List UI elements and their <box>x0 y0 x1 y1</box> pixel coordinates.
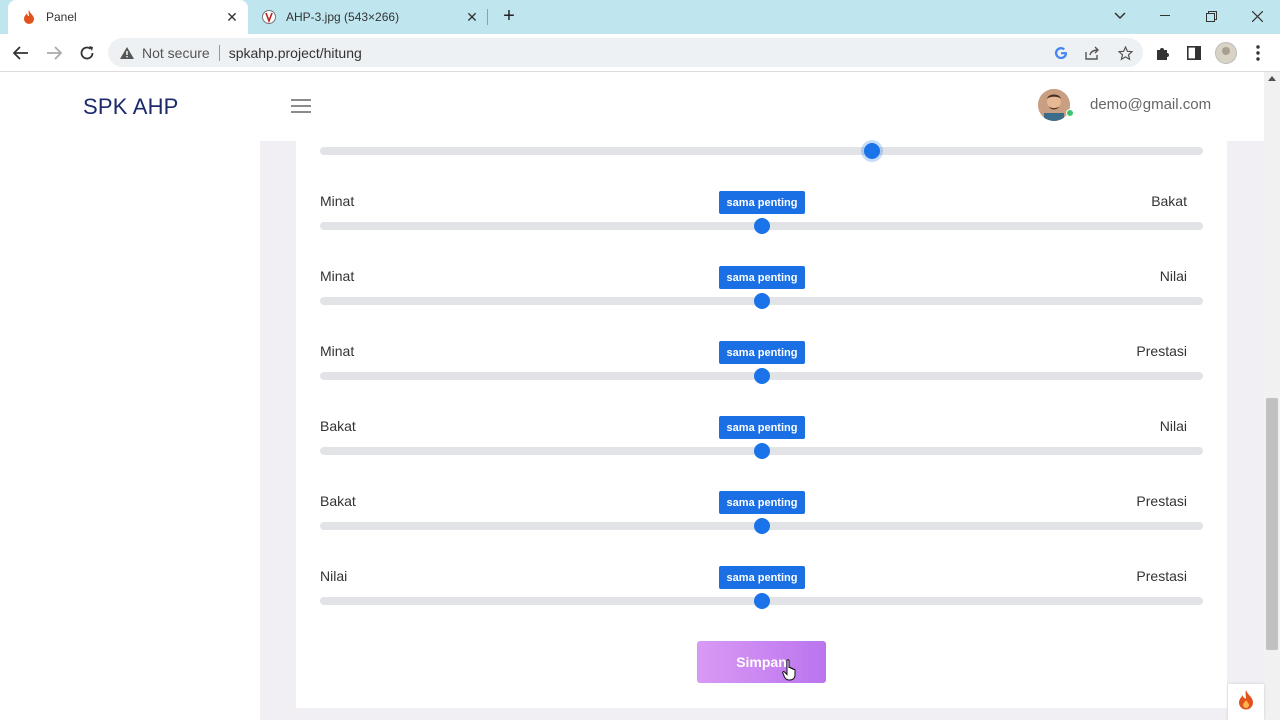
tab-title: AHP-3.jpg (543×266) <box>286 10 400 24</box>
criteria-right-label: Prestasi <box>1136 343 1187 359</box>
criteria-right-label: Nilai <box>1159 268 1187 284</box>
share-icon[interactable] <box>1083 43 1103 63</box>
importance-badge: sama penting <box>719 341 805 364</box>
extensions-icon[interactable] <box>1151 42 1173 64</box>
criteria-left-label: Bakat <box>320 493 356 509</box>
flame-icon <box>1238 689 1254 715</box>
importance-badge: sama penting <box>719 266 805 289</box>
criteria-right-label: Nilai <box>1159 418 1187 434</box>
criteria-left-label: Minat <box>320 193 355 209</box>
close-icon[interactable]: ✕ <box>224 9 240 25</box>
minimize-icon[interactable] <box>1154 5 1176 27</box>
comparison-slider-thumb[interactable] <box>753 518 770 534</box>
criteria-right-label: Bakat <box>1151 193 1187 209</box>
comparison-slider-thumb[interactable] <box>753 218 770 234</box>
comparison-slider-thumb[interactable] <box>753 593 770 609</box>
avatar[interactable] <box>1038 89 1070 121</box>
browser-menu-icon[interactable] <box>1247 42 1269 64</box>
page-viewport: SPK AHP demo@gmail.com Minat sama pentin… <box>0 72 1264 720</box>
comparison-slider-thumb[interactable] <box>863 143 880 159</box>
hand-cursor-icon <box>782 659 798 681</box>
importance-badge: sama penting <box>719 416 805 439</box>
online-status-icon <box>1066 109 1074 117</box>
reload-icon[interactable] <box>75 41 99 65</box>
warning-icon <box>120 46 134 59</box>
tab-image[interactable]: AHP-3.jpg (543×266) ✕ <box>252 0 488 34</box>
scroll-up-icon[interactable] <box>1268 76 1276 81</box>
importance-badge: sama penting <box>719 491 805 514</box>
importance-badge: sama penting <box>719 191 805 214</box>
address-bar[interactable]: Not secure spkahp.project/hitung <box>108 38 1143 67</box>
address-divider <box>218 44 220 61</box>
url-text[interactable]: spkahp.project/hitung <box>229 45 362 61</box>
importance-badge: sama penting <box>719 566 805 589</box>
criteria-left-label: Minat <box>320 343 355 359</box>
criteria-right-label: Prestasi <box>1136 568 1187 584</box>
side-panel-icon[interactable] <box>1183 42 1205 64</box>
criteria-right-label: Prestasi <box>1136 493 1187 509</box>
restore-icon[interactable] <box>1200 5 1222 27</box>
close-icon[interactable]: ✕ <box>464 9 480 25</box>
tab-title: Panel <box>46 10 77 24</box>
browser-tab-strip: Panel ✕ AHP-3.jpg (543×266) ✕ + <box>0 0 1280 34</box>
tab-divider <box>487 9 488 25</box>
bookmark-star-icon[interactable] <box>1115 43 1135 63</box>
flame-icon <box>22 10 36 24</box>
profile-avatar-icon[interactable] <box>1215 42 1237 64</box>
comparison-slider-track[interactable] <box>320 147 1203 155</box>
criteria-left-label: Bakat <box>320 418 356 434</box>
user-email[interactable]: demo@gmail.com <box>1090 96 1211 113</box>
save-button[interactable]: Simpan <box>697 641 826 683</box>
image-icon <box>262 10 276 24</box>
new-tab-icon[interactable]: + <box>499 6 519 27</box>
comparison-slider-thumb[interactable] <box>753 368 770 384</box>
criteria-left-label: Nilai <box>320 568 348 584</box>
hamburger-menu-icon[interactable] <box>291 99 311 113</box>
floating-flame-button[interactable] <box>1228 684 1264 720</box>
security-label[interactable]: Not secure <box>142 45 210 61</box>
criteria-left-label: Minat <box>320 268 355 284</box>
tab-search-icon[interactable] <box>1109 5 1131 27</box>
app-brand[interactable]: SPK AHP <box>83 94 179 120</box>
comparison-slider-thumb[interactable] <box>753 293 770 309</box>
close-window-icon[interactable] <box>1246 5 1268 27</box>
back-arrow-icon[interactable] <box>9 41 33 65</box>
tab-panel[interactable]: Panel ✕ <box>8 0 248 34</box>
page-scrollbar[interactable] <box>1264 72 1280 720</box>
browser-toolbar: Not secure spkahp.project/hitung <box>0 34 1280 72</box>
forward-arrow-icon[interactable] <box>42 41 66 65</box>
scrollbar-thumb[interactable] <box>1266 398 1278 650</box>
google-icon[interactable] <box>1051 43 1071 63</box>
comparison-slider-thumb[interactable] <box>753 443 770 459</box>
